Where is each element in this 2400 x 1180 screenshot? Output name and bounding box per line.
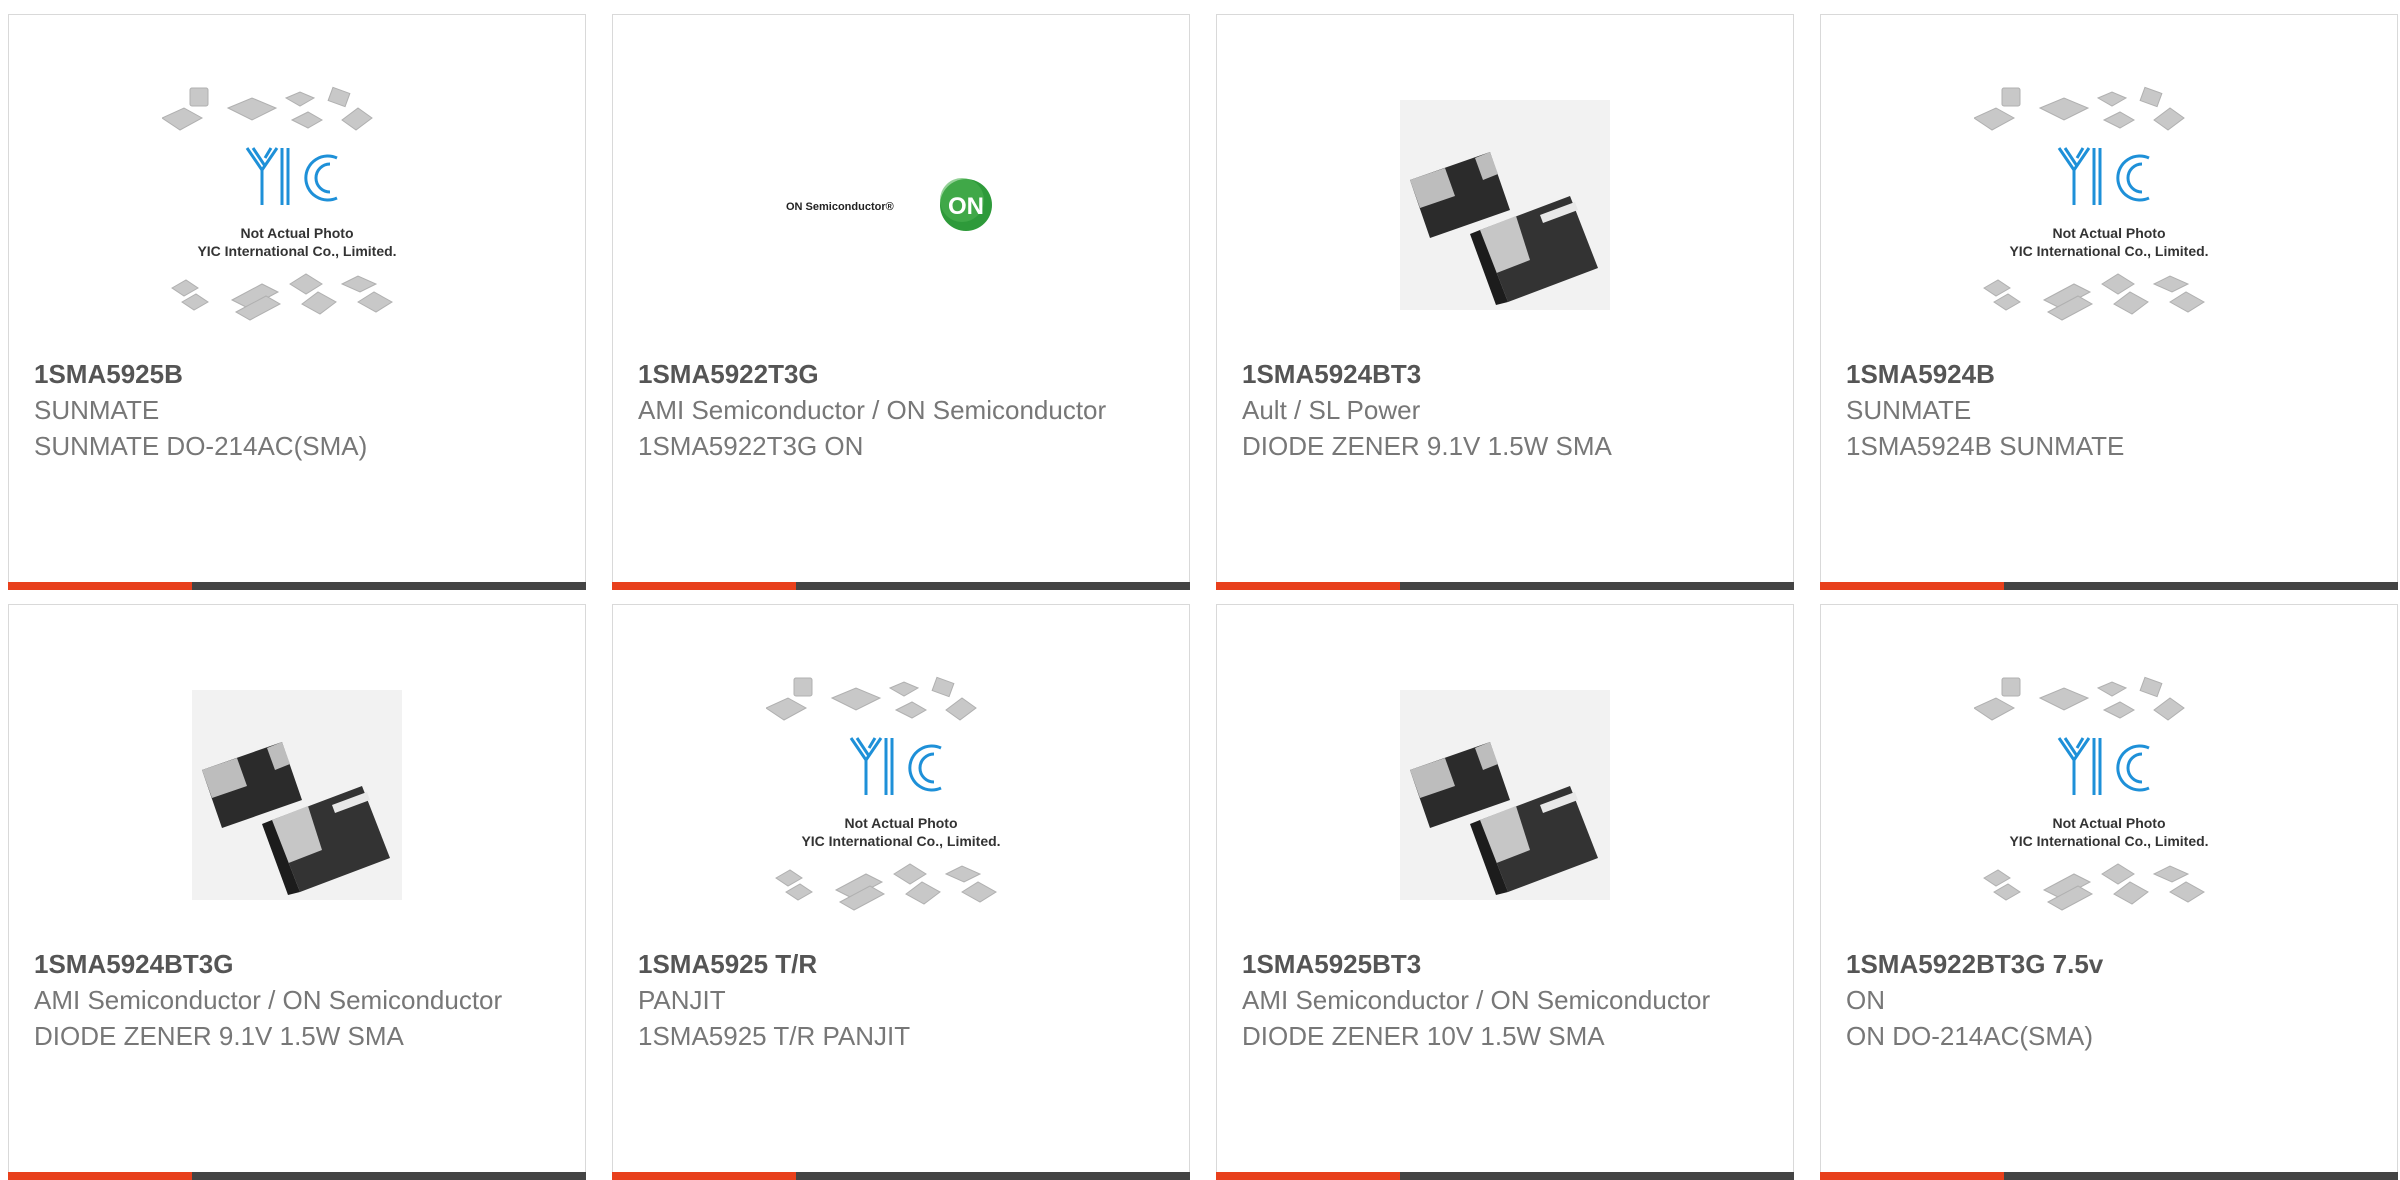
product-thumbnail[interactable]: ON Semiconductor® ON <box>613 55 1189 355</box>
placeholder-caption: Not Actual Photo <box>844 815 957 831</box>
product-thumbnail[interactable] <box>1217 55 1793 355</box>
placeholder-caption: Not Actual Photo <box>2052 225 2165 241</box>
on-semiconductor-wordmark: ON Semiconductor® <box>786 201 894 213</box>
product-card[interactable]: Not Actual Photo YIC International Co., … <box>1820 14 2398 590</box>
description: DIODE ZENER 9.1V 1.5W SMA <box>1242 431 1612 461</box>
placeholder-company: YIC International Co., Limited. <box>801 833 1000 849</box>
part-number[interactable]: 1SMA5924BT3G <box>34 946 565 982</box>
description: ON DO-214AC(SMA) <box>1846 1021 2094 1051</box>
product-card[interactable]: Not Actual Photo YIC International Co., … <box>612 604 1190 1180</box>
description: DIODE ZENER 10V 1.5W SMA <box>1242 1021 1605 1051</box>
card-accent-bar <box>8 582 586 590</box>
product-thumbnail[interactable]: Not Actual Photo YIC International Co., … <box>1821 645 2397 945</box>
product-thumbnail[interactable] <box>1217 645 1793 945</box>
product-thumbnail[interactable]: Not Actual Photo YIC International Co., … <box>613 645 1189 945</box>
yic-placeholder-image: Not Actual Photo YIC International Co., … <box>162 86 397 321</box>
yic-placeholder-image: Not Actual Photo YIC International Co., … <box>766 676 1001 911</box>
on-badge-text: ON <box>948 193 984 220</box>
manufacturer: SUNMATE <box>1846 395 1972 425</box>
description: DIODE ZENER 9.1V 1.5W SMA <box>34 1021 404 1051</box>
placeholder-company: YIC International Co., Limited. <box>2009 833 2208 849</box>
product-info: 1SMA5925BT3 AMI Semiconductor / ON Semico… <box>1242 946 1773 1054</box>
sma-diode-image <box>1400 690 1610 900</box>
product-card[interactable]: Not Actual Photo YIC International Co., … <box>1820 604 2398 1180</box>
placeholder-caption: Not Actual Photo <box>2052 815 2165 831</box>
card-accent-bar <box>1820 582 2398 590</box>
card-accent-bar <box>1216 1172 1794 1180</box>
manufacturer: PANJIT <box>638 985 726 1015</box>
product-card[interactable]: ON Semiconductor® ON 1SMA5922T3G AMI Semi… <box>612 14 1190 590</box>
yic-placeholder-image: Not Actual Photo YIC International Co., … <box>1974 676 2209 911</box>
card-accent-bar <box>1820 1172 2398 1180</box>
part-number[interactable]: 1SMA5925BT3 <box>1242 946 1773 982</box>
sma-diode-image <box>192 690 402 900</box>
description: 1SMA5924B SUNMATE <box>1846 431 2125 461</box>
manufacturer: SUNMATE <box>34 395 160 425</box>
description: SUNMATE DO-214AC(SMA) <box>34 431 368 461</box>
product-thumbnail[interactable] <box>9 645 585 945</box>
placeholder-caption: Not Actual Photo <box>240 225 353 241</box>
product-info: 1SMA5922T3G AMI Semiconductor / ON Semico… <box>638 356 1169 464</box>
part-number[interactable]: 1SMA5924B <box>1846 356 2377 392</box>
product-info: 1SMA5922BT3G 7.5v ON ON DO-214AC(SMA) <box>1846 946 2377 1054</box>
manufacturer: Ault / SL Power <box>1242 395 1421 425</box>
card-accent-bar <box>612 582 1190 590</box>
product-grid: Not Actual Photo YIC International Co., … <box>8 14 2398 1180</box>
description: 1SMA5925 T/R PANJIT <box>638 1021 911 1051</box>
description: 1SMA5922T3G ON <box>638 431 864 461</box>
part-number[interactable]: 1SMA5924BT3 <box>1242 356 1773 392</box>
product-info: 1SMA5924BT3 Ault / SL Power DIODE ZENER 9.… <box>1242 356 1773 464</box>
product-info: 1SMA5925 T/R PANJIT 1SMA5925 T/R PANJIT <box>638 946 1169 1054</box>
card-accent-bar <box>612 1172 1190 1180</box>
product-card[interactable]: 1SMA5924BT3 Ault / SL Power DIODE ZENER 9.… <box>1216 14 1794 590</box>
yic-placeholder-image: Not Actual Photo YIC International Co., … <box>1974 86 2209 321</box>
placeholder-company: YIC International Co., Limited. <box>197 243 396 259</box>
manufacturer: AMI Semiconductor / ON Semiconductor <box>638 395 1107 425</box>
manufacturer: ON <box>1846 985 1885 1015</box>
card-accent-bar <box>1216 582 1794 590</box>
card-accent-bar <box>8 1172 586 1180</box>
product-card[interactable]: 1SMA5924BT3G AMI Semiconductor / ON Semic… <box>8 604 586 1180</box>
product-card[interactable]: 1SMA5925BT3 AMI Semiconductor / ON Semico… <box>1216 604 1794 1180</box>
on-semiconductor-logo-image: ON Semiconductor® ON <box>786 178 992 231</box>
manufacturer: AMI Semiconductor / ON Semiconductor <box>1242 985 1711 1015</box>
part-number[interactable]: 1SMA5922T3G <box>638 356 1169 392</box>
product-card[interactable]: Not Actual Photo YIC International Co., … <box>8 14 586 590</box>
part-number[interactable]: 1SMA5922BT3G 7.5v <box>1846 946 2377 982</box>
product-thumbnail[interactable]: Not Actual Photo YIC International Co., … <box>1821 55 2397 355</box>
placeholder-company: YIC International Co., Limited. <box>2009 243 2208 259</box>
product-info: 1SMA5925B SUNMATE SUNMATE DO-214AC(SMA) <box>34 356 565 464</box>
product-info: 1SMA5924B SUNMATE 1SMA5924B SUNMATE <box>1846 356 2377 464</box>
part-number[interactable]: 1SMA5925B <box>34 356 565 392</box>
product-thumbnail[interactable]: Not Actual Photo YIC International Co., … <box>9 55 585 355</box>
product-info: 1SMA5924BT3G AMI Semiconductor / ON Semic… <box>34 946 565 1054</box>
part-number[interactable]: 1SMA5925 T/R <box>638 946 1169 982</box>
sma-diode-image <box>1400 100 1610 310</box>
manufacturer: AMI Semiconductor / ON Semiconductor <box>34 985 503 1015</box>
